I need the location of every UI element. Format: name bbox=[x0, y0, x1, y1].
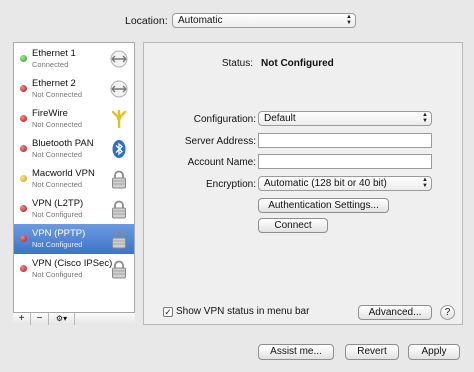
popup-arrows-icon: ▲ ▼ bbox=[346, 14, 352, 26]
remove-service-button[interactable]: − bbox=[31, 313, 49, 325]
location-popup[interactable]: Automatic ▲ ▼ bbox=[172, 13, 356, 28]
service-item[interactable]: Ethernet 1 Connected bbox=[14, 44, 134, 74]
service-item[interactable]: Ethernet 2 Not Connected bbox=[14, 74, 134, 104]
account-name-field[interactable] bbox=[258, 154, 432, 169]
lock-icon bbox=[109, 229, 129, 249]
service-status: Not Configured bbox=[32, 240, 83, 249]
service-status: Not Configured bbox=[32, 270, 83, 279]
status-dot-icon bbox=[20, 55, 27, 62]
status-dot-icon bbox=[20, 115, 27, 122]
vpn-settings-panel: Status: Not Configured Configuration: De… bbox=[143, 42, 463, 325]
apply-button[interactable]: Apply bbox=[408, 344, 460, 360]
help-button[interactable]: ? bbox=[440, 305, 455, 320]
service-item[interactable]: VPN (Cisco IPSec) Not Configured bbox=[14, 254, 134, 284]
server-address-label: Server Address: bbox=[184, 136, 256, 147]
service-name: VPN (L2TP) bbox=[32, 198, 84, 209]
service-item[interactable]: VPN (PPTP) Not Configured bbox=[14, 224, 134, 254]
status-dot-icon bbox=[20, 235, 27, 242]
connect-button[interactable]: Connect bbox=[258, 218, 328, 233]
show-vpn-status-checkbox[interactable]: ✓ bbox=[163, 307, 173, 317]
authentication-settings-button[interactable]: Authentication Settings... bbox=[258, 198, 389, 213]
service-list-toolbar: + − ⚙▾ bbox=[13, 312, 135, 325]
account-name-label: Account Name: bbox=[187, 157, 256, 168]
show-vpn-status-label: Show VPN status in menu bar bbox=[176, 306, 310, 317]
add-service-button[interactable]: + bbox=[13, 313, 31, 325]
checkmark-icon: ✓ bbox=[164, 307, 172, 317]
service-status: Connected bbox=[32, 60, 69, 69]
firewire-icon bbox=[109, 109, 129, 129]
status-dot-icon bbox=[20, 85, 27, 92]
popup-arrows-icon: ▲ ▼ bbox=[422, 112, 428, 124]
status-dot-icon bbox=[20, 145, 27, 152]
service-name: VPN (PPTP) bbox=[32, 228, 86, 239]
configuration-popup[interactable]: Default ▲ ▼ bbox=[258, 111, 432, 126]
encryption-popup[interactable]: Automatic (128 bit or 40 bit) ▲ ▼ bbox=[258, 176, 432, 191]
status-value: Not Configured bbox=[261, 58, 334, 69]
ethernet-arrows-icon bbox=[109, 49, 129, 69]
service-name: Macworld VPN bbox=[32, 168, 95, 179]
service-item[interactable]: VPN (L2TP) Not Configured bbox=[14, 194, 134, 224]
service-status: Not Connected bbox=[32, 90, 83, 99]
revert-button[interactable]: Revert bbox=[345, 344, 399, 360]
advanced-button[interactable]: Advanced... bbox=[358, 305, 432, 320]
service-name: Ethernet 2 bbox=[32, 78, 76, 89]
status-dot-icon bbox=[20, 265, 27, 272]
service-status: Not Connected bbox=[32, 180, 83, 189]
lock-icon bbox=[109, 259, 129, 279]
configuration-label: Configuration: bbox=[193, 114, 256, 125]
configuration-value: Default bbox=[264, 113, 296, 124]
ethernet-arrows-icon bbox=[109, 79, 129, 99]
assist-me-button[interactable]: Assist me... bbox=[258, 344, 334, 360]
service-name: FireWire bbox=[32, 108, 68, 119]
service-item[interactable]: Macworld VPN Not Connected bbox=[14, 164, 134, 194]
service-name: Ethernet 1 bbox=[32, 48, 76, 59]
server-address-field[interactable] bbox=[258, 133, 432, 148]
lock-icon bbox=[109, 169, 129, 189]
bluetooth-icon bbox=[109, 139, 129, 159]
encryption-label: Encryption: bbox=[205, 179, 256, 190]
status-label: Status: bbox=[221, 58, 253, 69]
service-item[interactable]: Bluetooth PAN Not Connected bbox=[14, 134, 134, 164]
lock-icon bbox=[109, 199, 129, 219]
service-status: Not Connected bbox=[32, 150, 83, 159]
status-dot-icon bbox=[20, 205, 27, 212]
gear-menu-button[interactable]: ⚙▾ bbox=[49, 313, 75, 325]
service-list[interactable]: Ethernet 1 Connected Ethernet 2 Not Connect… bbox=[13, 42, 135, 325]
location-label: Location: bbox=[125, 15, 168, 27]
service-item[interactable]: FireWire Not Connected bbox=[14, 104, 134, 134]
status-dot-icon bbox=[20, 175, 27, 182]
popup-arrows-icon: ▲ ▼ bbox=[422, 177, 428, 189]
service-name: Bluetooth PAN bbox=[32, 138, 94, 149]
service-status: Not Connected bbox=[32, 120, 83, 129]
encryption-value: Automatic (128 bit or 40 bit) bbox=[264, 178, 387, 189]
location-value: Automatic bbox=[178, 15, 223, 26]
service-name: VPN (Cisco IPSec) bbox=[32, 258, 113, 269]
service-status: Not Configured bbox=[32, 210, 83, 219]
